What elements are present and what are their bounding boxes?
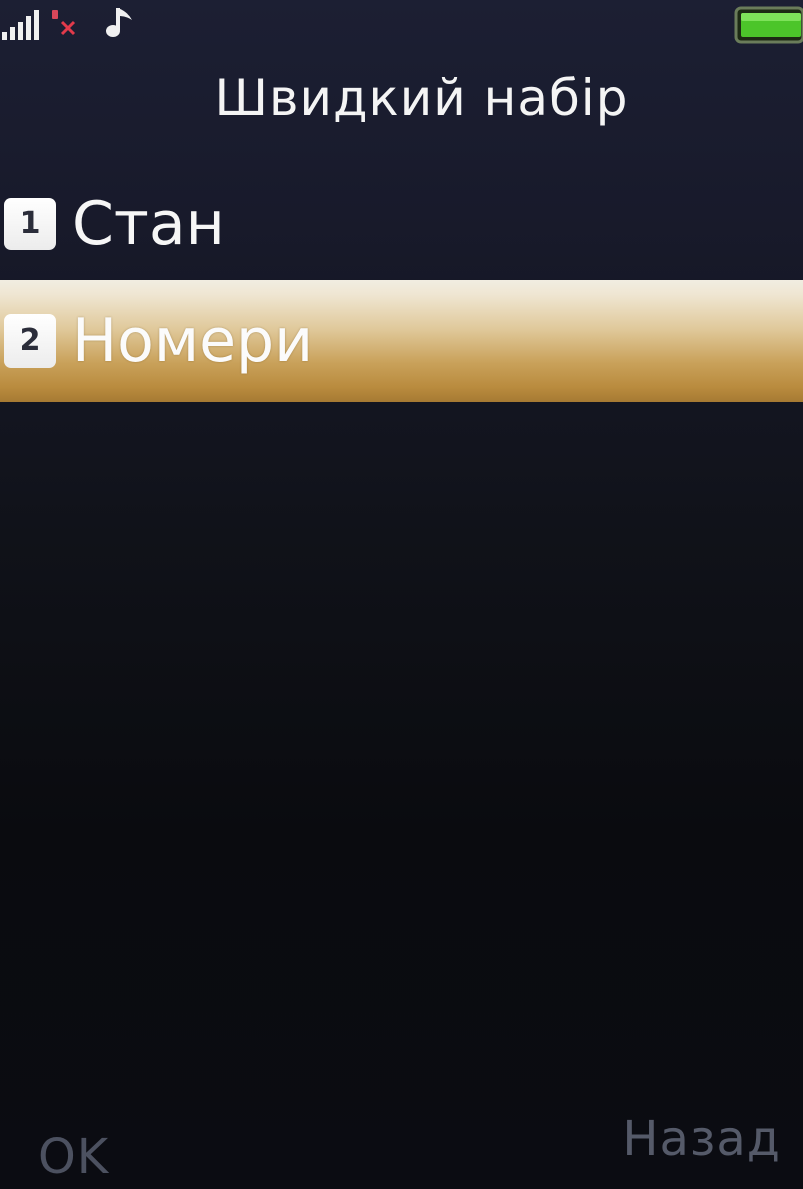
- number-key-2-icon: 2: [4, 314, 56, 368]
- back-softkey[interactable]: Назад: [622, 1111, 781, 1167]
- battery-icon: [734, 6, 803, 44]
- signal-icon: [2, 10, 39, 40]
- number-key-1-icon: 1: [4, 198, 56, 250]
- no-sim-icon: [52, 10, 76, 36]
- softkey-bar: OK Назад: [0, 1109, 803, 1189]
- menu-item-status[interactable]: 1 Стан: [0, 168, 803, 280]
- menu-item-label: Номери: [72, 306, 314, 376]
- status-bar: [0, 0, 803, 58]
- menu-item-label: Стан: [72, 189, 225, 259]
- page-title: Швидкий набір: [214, 69, 629, 127]
- music-icon: [106, 8, 132, 37]
- menu-list: 1 Стан 2 Номери: [0, 168, 803, 402]
- menu-item-numbers[interactable]: 2 Номери: [0, 280, 803, 402]
- phone-screen: Швидкий набір 1 Стан 2 Номери OK Назад: [0, 0, 803, 1189]
- ok-softkey[interactable]: OK: [38, 1129, 109, 1185]
